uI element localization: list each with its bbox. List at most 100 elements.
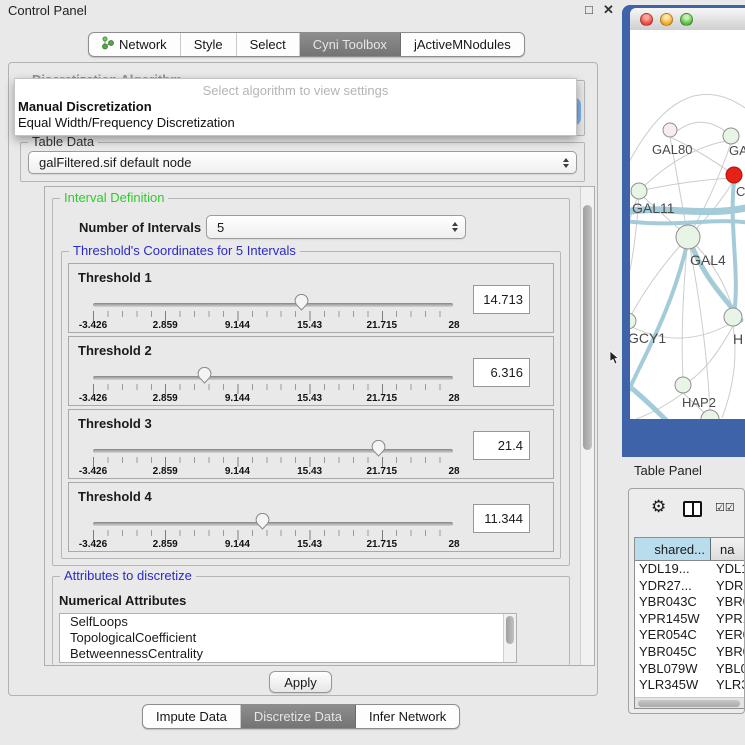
scrollbar-thumb[interactable] <box>638 700 740 707</box>
list-item[interactable]: TopologicalCoefficient <box>60 630 516 646</box>
slider-thumb[interactable] <box>371 440 386 460</box>
cell: YBL079W <box>635 661 711 678</box>
node-label-gal11: GAL11 <box>632 200 675 216</box>
scrollbar-thumb[interactable] <box>506 616 514 644</box>
tab-select[interactable]: Select <box>237 33 300 56</box>
tick-label: 21.715 <box>367 466 398 477</box>
threshold-1-label: Threshold 1 <box>78 270 152 285</box>
tick-label: 15.43 <box>297 320 322 331</box>
table-panel-box: ⚙ ☑☑ shared... na YDL19...YDL1 YDR27...Y… <box>628 488 745 714</box>
threshold-2-value-field[interactable]: 6.316 <box>473 358 530 387</box>
threshold-4-slider[interactable]: -3.426 2.859 9.144 15.43 21.715 28 <box>93 513 454 549</box>
threshold-2-slider[interactable]: -3.426 2.859 9.144 15.43 21.715 28 <box>93 367 454 403</box>
threshold-3-value-field[interactable]: 21.4 <box>473 431 530 460</box>
close-window-icon[interactable]: ✕ <box>603 2 614 18</box>
tick-label: 15.43 <box>297 466 322 477</box>
tab-jactivemnodules[interactable]: jActiveMNodules <box>401 33 524 56</box>
table-row[interactable]: YER054CYER0 <box>635 627 745 644</box>
node-gcy1[interactable] <box>630 313 636 329</box>
slider-thumb[interactable] <box>255 513 270 533</box>
popup-item-equal-width-frequency[interactable]: Equal Width/Frequency Discretization <box>15 115 576 131</box>
threshold-3-panel: Threshold 3 -3.426 2.859 9.144 15.43 21.… <box>68 409 554 479</box>
column-header-name[interactable]: na <box>711 538 745 560</box>
list-item[interactable]: SelfLoops <box>60 614 516 630</box>
cell: YLR345W <box>635 677 711 694</box>
gear-icon[interactable]: ⚙ <box>651 497 666 517</box>
cell: YBR0 <box>711 644 745 661</box>
zoom-traffic-light-icon[interactable] <box>680 13 693 26</box>
node-bottom[interactable] <box>701 410 719 419</box>
close-traffic-light-icon[interactable] <box>640 13 653 26</box>
cell: YPR1 <box>711 611 745 628</box>
tab-impute-data[interactable]: Impute Data <box>143 705 241 728</box>
node-gal4[interactable] <box>676 225 700 249</box>
node-green-top[interactable] <box>723 128 739 144</box>
cell: YDL1 <box>711 561 745 578</box>
node-attribute-table: shared... na YDL19...YDL1 YDR27...YDR2 Y… <box>634 537 745 709</box>
tab-infer-network-label: Infer Network <box>369 709 446 724</box>
tab-cyni-toolbox[interactable]: Cyni Toolbox <box>300 33 401 56</box>
tab-style[interactable]: Style <box>181 33 237 56</box>
table-horizontal-scrollbar[interactable] <box>635 697 745 708</box>
tick-label: 2.859 <box>153 539 178 550</box>
settings-vertical-scrollbar[interactable] <box>580 187 594 665</box>
slider-track <box>93 522 453 526</box>
threshold-1-value-field[interactable]: 14.713 <box>473 285 530 314</box>
node-pink[interactable] <box>663 123 677 137</box>
scrollbar-thumb[interactable] <box>583 205 592 450</box>
algorithm-hint-text: Select algorithm to view settings <box>15 82 576 99</box>
node-hap2[interactable] <box>675 377 691 393</box>
list-item[interactable]: BetweennessCentrality <box>60 646 516 662</box>
cell: YDR2 <box>711 578 745 595</box>
cell: YBR045C <box>635 644 711 661</box>
column-layout-icon[interactable] <box>683 501 702 517</box>
thresholds-group-label: Threshold's Coordinates for 5 Intervals <box>69 243 300 258</box>
tick-label: -3.426 <box>79 393 107 404</box>
table-row[interactable]: YDL19...YDL1 <box>635 561 745 578</box>
node-gal11[interactable] <box>631 183 647 199</box>
tick-label: 28 <box>448 320 459 331</box>
node-red-selected[interactable] <box>726 167 742 183</box>
tick-label: 28 <box>448 393 459 404</box>
node-h[interactable] <box>724 308 742 326</box>
slider-thumb[interactable] <box>197 367 212 387</box>
list-vertical-scrollbar[interactable] <box>503 614 516 662</box>
table-row[interactable]: YBL079WYBL0 <box>635 661 745 678</box>
tick-label: 15.43 <box>297 393 322 404</box>
popup-item-manual-discretization[interactable]: Manual Discretization <box>15 99 576 115</box>
control-panel-tabbar: Network Style Select Cyni Toolbox jActiv… <box>88 32 525 57</box>
slider-track <box>93 449 453 453</box>
network-window-titlebar <box>630 8 745 30</box>
minimize-traffic-light-icon[interactable] <box>660 13 673 26</box>
tab-discretize-data[interactable]: Discretize Data <box>241 705 356 728</box>
table-row[interactable]: YBR045CYBR0 <box>635 644 745 661</box>
tick-label: 28 <box>448 539 459 550</box>
tick-label: 2.859 <box>153 320 178 331</box>
tick-label: -3.426 <box>79 539 107 550</box>
slider-thumb[interactable] <box>294 294 309 314</box>
tab-infer-network[interactable]: Infer Network <box>356 705 459 728</box>
combo-stepper-icon <box>563 158 569 168</box>
column-header-shared-name[interactable]: shared... <box>635 538 711 560</box>
cyni-bottom-tabbar: Impute Data Discretize Data Infer Networ… <box>142 704 460 729</box>
threshold-3-slider[interactable]: -3.426 2.859 9.144 15.43 21.715 28 <box>93 440 454 476</box>
table-row[interactable]: YLR345WYLR3 <box>635 677 745 694</box>
spinner-stepper-icon <box>452 222 458 232</box>
slider-track <box>93 376 453 380</box>
number-of-intervals-spinner[interactable]: 5 <box>206 215 466 239</box>
tick-label: 21.715 <box>367 539 398 550</box>
table-row[interactable]: YBR043CYBR0 <box>635 594 745 611</box>
thresholds-coordinates-group: Threshold's Coordinates for 5 Intervals … <box>61 251 561 559</box>
apply-button[interactable]: Apply <box>269 671 332 693</box>
threshold-4-value-field[interactable]: 11.344 <box>473 504 530 533</box>
threshold-1-slider[interactable]: -3.426 2.859 9.144 15.43 21.715 28 <box>93 294 454 330</box>
table-row[interactable]: YDR27...YDR2 <box>635 578 745 595</box>
network-canvas[interactable]: GAL80 GA C GAL11 GAL4 GCY1 H HAP2 <box>630 30 745 419</box>
float-window-icon[interactable]: □ <box>585 2 593 17</box>
tab-network[interactable]: Network <box>89 33 181 56</box>
tick-label: -3.426 <box>79 466 107 477</box>
numerical-attributes-list[interactable]: SelfLoops TopologicalCoefficient Between… <box>59 613 517 663</box>
table-data-combobox[interactable]: galFiltered.sif default node <box>28 151 577 174</box>
table-row[interactable]: YPR145WYPR1 <box>635 611 745 628</box>
select-columns-checkboxes-icon[interactable]: ☑☑ <box>715 501 735 514</box>
